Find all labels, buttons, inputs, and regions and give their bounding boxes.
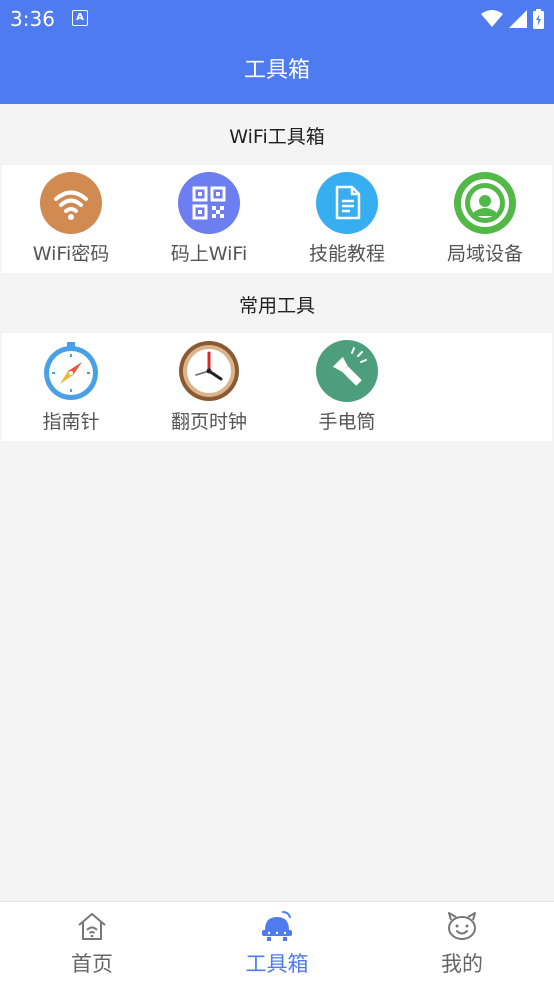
tool-compass[interactable]: 指南针 [2,333,140,441]
tool-wifi-password[interactable]: WiFi密码 [2,165,140,273]
compass-icon [40,340,102,402]
nav-home[interactable]: 首页 [0,902,184,985]
tool-flashlight[interactable]: 手电筒 [278,333,416,441]
tool-label: 码上WiFi [170,243,248,265]
tool-skill-tutorial[interactable]: 技能教程 [278,165,416,273]
nav-label: 首页 [71,952,113,976]
status-icons [481,8,544,30]
app-bar: 工具箱 [0,38,554,104]
section-title-common: 常用工具 [238,295,315,317]
nav-toolbox[interactable]: 工具箱 [185,902,369,985]
tool-label: 指南针 [42,411,100,433]
profile-icon [448,912,476,940]
tool-lan-devices[interactable]: 局域设备 [416,165,554,273]
tool-label: 翻页时钟 [170,411,247,433]
common-tools-card: 指南针 翻页时钟 手电筒 [2,333,552,441]
status-time: 3:36 [10,7,55,31]
cell-signal-icon [509,10,527,28]
nav-profile[interactable]: 我的 [370,902,554,985]
toolbox-icon [262,911,292,941]
page-title: 工具箱 [243,58,310,83]
tool-label: 局域设备 [446,243,523,265]
nav-label: 我的 [441,952,483,976]
document-icon [316,172,378,234]
home-icon [78,913,106,940]
flashlight-icon [316,340,378,402]
tool-label: 手电筒 [318,411,376,433]
qr-code-icon [178,172,240,234]
bottom-nav: 首页 工具箱 我的 [0,901,554,985]
status-bar: 3:36 A [0,0,554,38]
wifi-icon [40,172,102,234]
clock-icon [178,340,240,402]
tool-qr-wifi[interactable]: 码上WiFi [140,165,278,273]
tool-label: 技能教程 [308,243,385,265]
nav-label: 工具箱 [245,952,309,976]
notification-icon: A [72,10,88,26]
network-device-icon [454,172,516,234]
battery-icon [533,9,544,29]
tool-label: WiFi密码 [32,243,110,265]
tool-flip-clock[interactable]: 翻页时钟 [140,333,278,441]
wifi-tools-card: WiFi密码 码上WiFi 技能教程 局域设备 [2,165,552,273]
section-title-wifi: WiFi工具箱 [229,126,325,148]
wifi-signal-icon [481,10,503,27]
